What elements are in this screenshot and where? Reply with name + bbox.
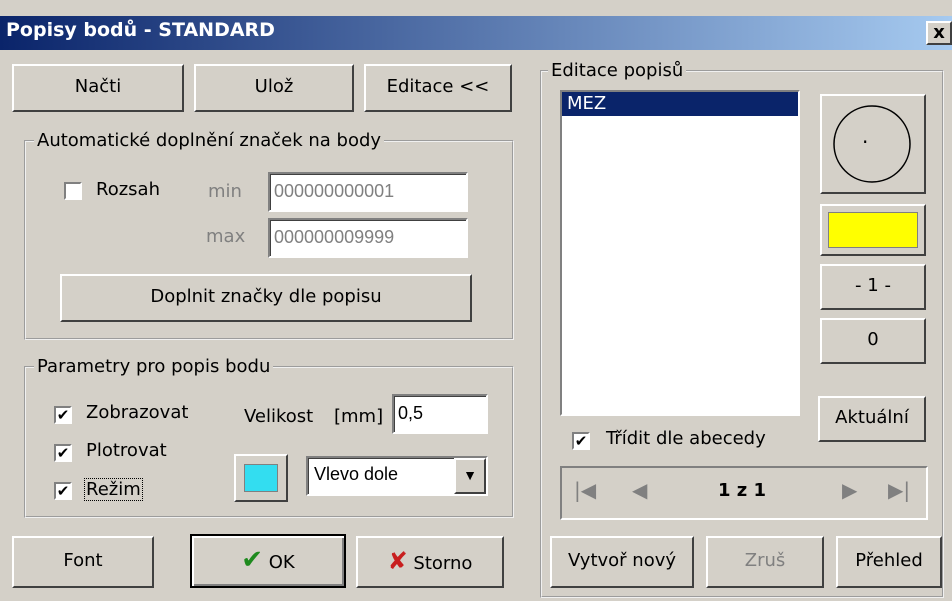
line-style-button[interactable]: - 1 -	[820, 264, 926, 310]
label-color-swatch	[828, 212, 918, 248]
dropdown-button[interactable]: ▼	[454, 458, 486, 494]
vytvor-label: Vytvoř nový	[567, 550, 677, 571]
last-record-icon[interactable]: ▶|	[888, 478, 910, 502]
x-cancel-icon: ✘	[387, 547, 408, 575]
auto-marks-legend: Automatické doplnění značek na body	[34, 130, 385, 151]
font-button[interactable]: Font	[12, 536, 154, 588]
page-indicator: 1 z 1	[718, 480, 767, 501]
min-input[interactable]: 000000000001	[268, 172, 468, 212]
vytvor-novy-button[interactable]: Vytvoř nový	[550, 536, 694, 588]
color-picker-button[interactable]	[234, 454, 288, 502]
record-navigator: |◀ ◀ 1 z 1 ▶ ▶|	[560, 466, 928, 520]
check-icon: ✔	[56, 444, 70, 462]
uloz-button[interactable]: Ulož	[194, 64, 354, 112]
prev-record-icon[interactable]: ◀	[632, 478, 647, 502]
dialog-window: Popisy bodů - STANDARD x Načti Ulož Edit…	[0, 0, 952, 601]
zrus-label: Zruš	[744, 550, 786, 571]
zrus-button[interactable]: Zruš	[706, 536, 824, 588]
rozsah-label: Rozsah	[96, 179, 160, 200]
tridit-checkbox[interactable]: ✔	[572, 432, 590, 450]
next-record-icon[interactable]: ▶	[842, 478, 857, 502]
velikost-input[interactable]: 0,5	[392, 394, 488, 434]
rezim-checkbox[interactable]: ✔	[54, 482, 72, 500]
doplnit-label: Doplnit značky dle popisu	[150, 286, 382, 307]
title-bar: Popisy bodů - STANDARD x	[0, 16, 952, 50]
storno-button[interactable]: ✘ Storno	[356, 536, 504, 588]
symbol-button[interactable]: ·	[820, 94, 926, 194]
close-button[interactable]: x	[926, 21, 952, 45]
ok-label: OK	[268, 552, 295, 573]
label-color-button[interactable]	[820, 204, 926, 256]
zobrazovat-checkbox[interactable]: ✔	[54, 406, 72, 424]
doplnit-button[interactable]: Doplnit značky dle popisu	[60, 274, 472, 322]
rezim-label: Režim	[84, 478, 143, 501]
color-swatch	[244, 464, 278, 492]
nacti-label: Načti	[74, 76, 122, 97]
window-title: Popisy bodů - STANDARD	[6, 19, 275, 41]
zobrazovat-label: Zobrazovat	[86, 402, 189, 423]
position-select-value: Vlevo dole	[314, 464, 399, 484]
nacti-button[interactable]: Načti	[12, 64, 184, 112]
zero-label: 0	[867, 329, 879, 350]
params-legend: Parametry pro popis bodu	[34, 356, 274, 377]
storno-label: Storno	[413, 553, 473, 574]
zero-button[interactable]: 0	[820, 318, 926, 364]
position-select[interactable]: Vlevo dole ▼	[306, 456, 488, 496]
prehled-button[interactable]: Přehled	[836, 536, 942, 588]
font-label: Font	[63, 550, 103, 571]
min-label: min	[208, 181, 242, 202]
list-item[interactable]: MEZ	[562, 92, 798, 116]
rozsah-checkbox[interactable]	[64, 182, 82, 200]
plotrovat-label: Plotrovat	[86, 440, 167, 461]
check-icon: ✔	[574, 432, 588, 450]
ok-button[interactable]: ✔ OK	[190, 534, 346, 588]
tridit-label: Třídit dle abecedy	[606, 428, 766, 449]
plotrovat-checkbox[interactable]: ✔	[54, 444, 72, 462]
max-input[interactable]: 000000009999	[268, 218, 468, 258]
max-label: max	[206, 226, 246, 247]
symbol-label: ·	[862, 130, 869, 154]
check-icon: ✔	[56, 406, 70, 424]
velikost-unit: [mm]	[334, 406, 384, 427]
line-style-label: - 1 -	[855, 275, 891, 296]
velikost-label: Velikost	[244, 406, 314, 427]
edit-legend: Editace popisů	[548, 60, 687, 81]
editace-label: Editace <<	[386, 76, 490, 97]
checkmark-icon: ✔	[241, 545, 264, 575]
prehled-label: Přehled	[855, 550, 923, 571]
first-record-icon[interactable]: |◀	[574, 478, 596, 502]
editace-button[interactable]: Editace <<	[364, 64, 512, 112]
circle-symbol-icon	[833, 105, 911, 183]
labels-listbox[interactable]: MEZ	[560, 90, 800, 416]
aktualni-button[interactable]: Aktuální	[818, 396, 926, 442]
check-icon: ✔	[56, 482, 70, 500]
close-icon: x	[933, 22, 945, 43]
uloz-label: Ulož	[254, 76, 294, 97]
aktualni-label: Aktuální	[835, 407, 909, 428]
chevron-down-icon: ▼	[463, 467, 477, 483]
